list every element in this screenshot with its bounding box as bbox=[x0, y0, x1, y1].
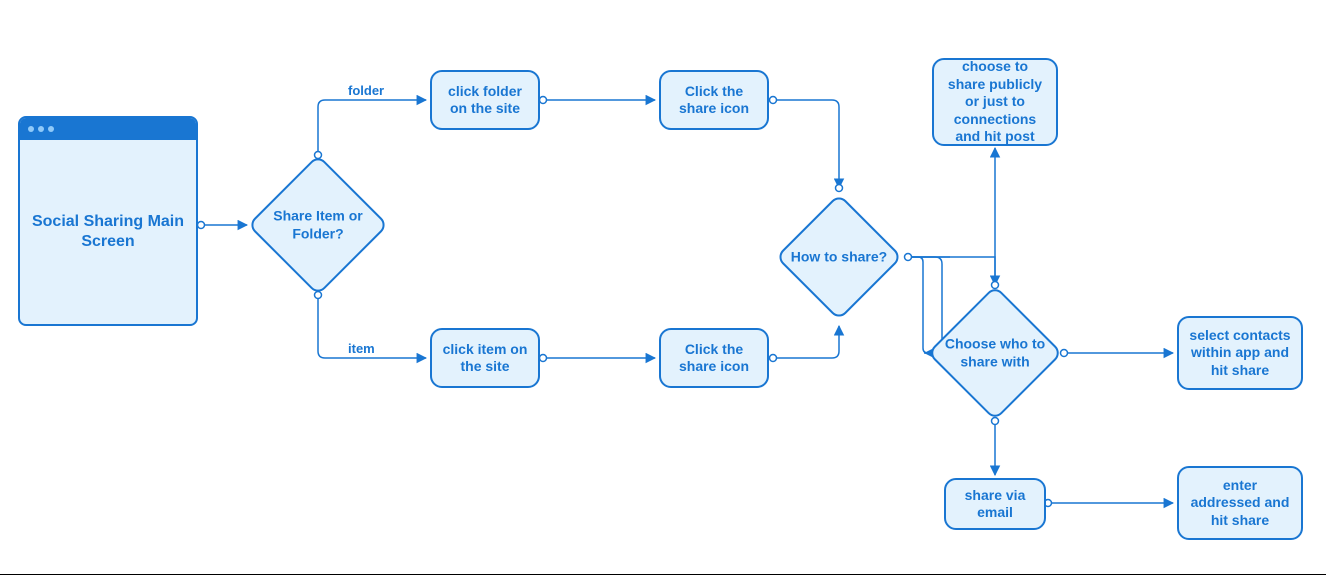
decision-share-type-label: Share Item or Folder? bbox=[253, 208, 383, 243]
box-enter-address-label: enter addressed and hit share bbox=[1189, 477, 1291, 530]
box-enter-address: enter addressed and hit share bbox=[1177, 466, 1303, 540]
box-share-icon-bottom: Click the share icon bbox=[659, 328, 769, 388]
decision-share-type: Share Item or Folder? bbox=[247, 154, 388, 295]
box-click-folder: click folder on the site bbox=[430, 70, 540, 130]
decision-how-share: How to share? bbox=[775, 193, 902, 320]
box-click-item-label: click item on the site bbox=[442, 341, 528, 376]
box-click-folder-label: click folder on the site bbox=[442, 83, 528, 118]
flowchart-canvas: Social Sharing Main Screen Share Item or… bbox=[0, 0, 1326, 575]
window-titlebar bbox=[20, 118, 196, 140]
start-body: Social Sharing Main Screen bbox=[20, 140, 196, 324]
window-dot-icon bbox=[48, 126, 54, 132]
start-screen-node: Social Sharing Main Screen bbox=[18, 116, 198, 326]
box-public-post: choose to share publicly or just to conn… bbox=[932, 58, 1058, 146]
window-dot-icon bbox=[38, 126, 44, 132]
box-share-icon-bottom-label: Click the share icon bbox=[671, 341, 757, 376]
box-select-contacts: select contacts within app and hit share bbox=[1177, 316, 1303, 390]
box-public-post-label: choose to share publicly or just to conn… bbox=[944, 58, 1046, 146]
start-title: Social Sharing Main Screen bbox=[30, 212, 186, 252]
decision-how-share-label: How to share? bbox=[784, 248, 894, 266]
box-share-email: share via email bbox=[944, 478, 1046, 530]
decision-choose-who-label: Choose who to share with bbox=[935, 336, 1055, 371]
decision-choose-who: Choose who to share with bbox=[927, 285, 1063, 421]
box-share-email-label: share via email bbox=[956, 487, 1034, 522]
box-share-icon-top-label: Click the share icon bbox=[671, 83, 757, 118]
edge-label-item: item bbox=[348, 341, 375, 356]
box-share-icon-top: Click the share icon bbox=[659, 70, 769, 130]
window-dot-icon bbox=[28, 126, 34, 132]
box-select-contacts-label: select contacts within app and hit share bbox=[1189, 327, 1291, 380]
box-click-item: click item on the site bbox=[430, 328, 540, 388]
edge-label-folder: folder bbox=[348, 83, 384, 98]
